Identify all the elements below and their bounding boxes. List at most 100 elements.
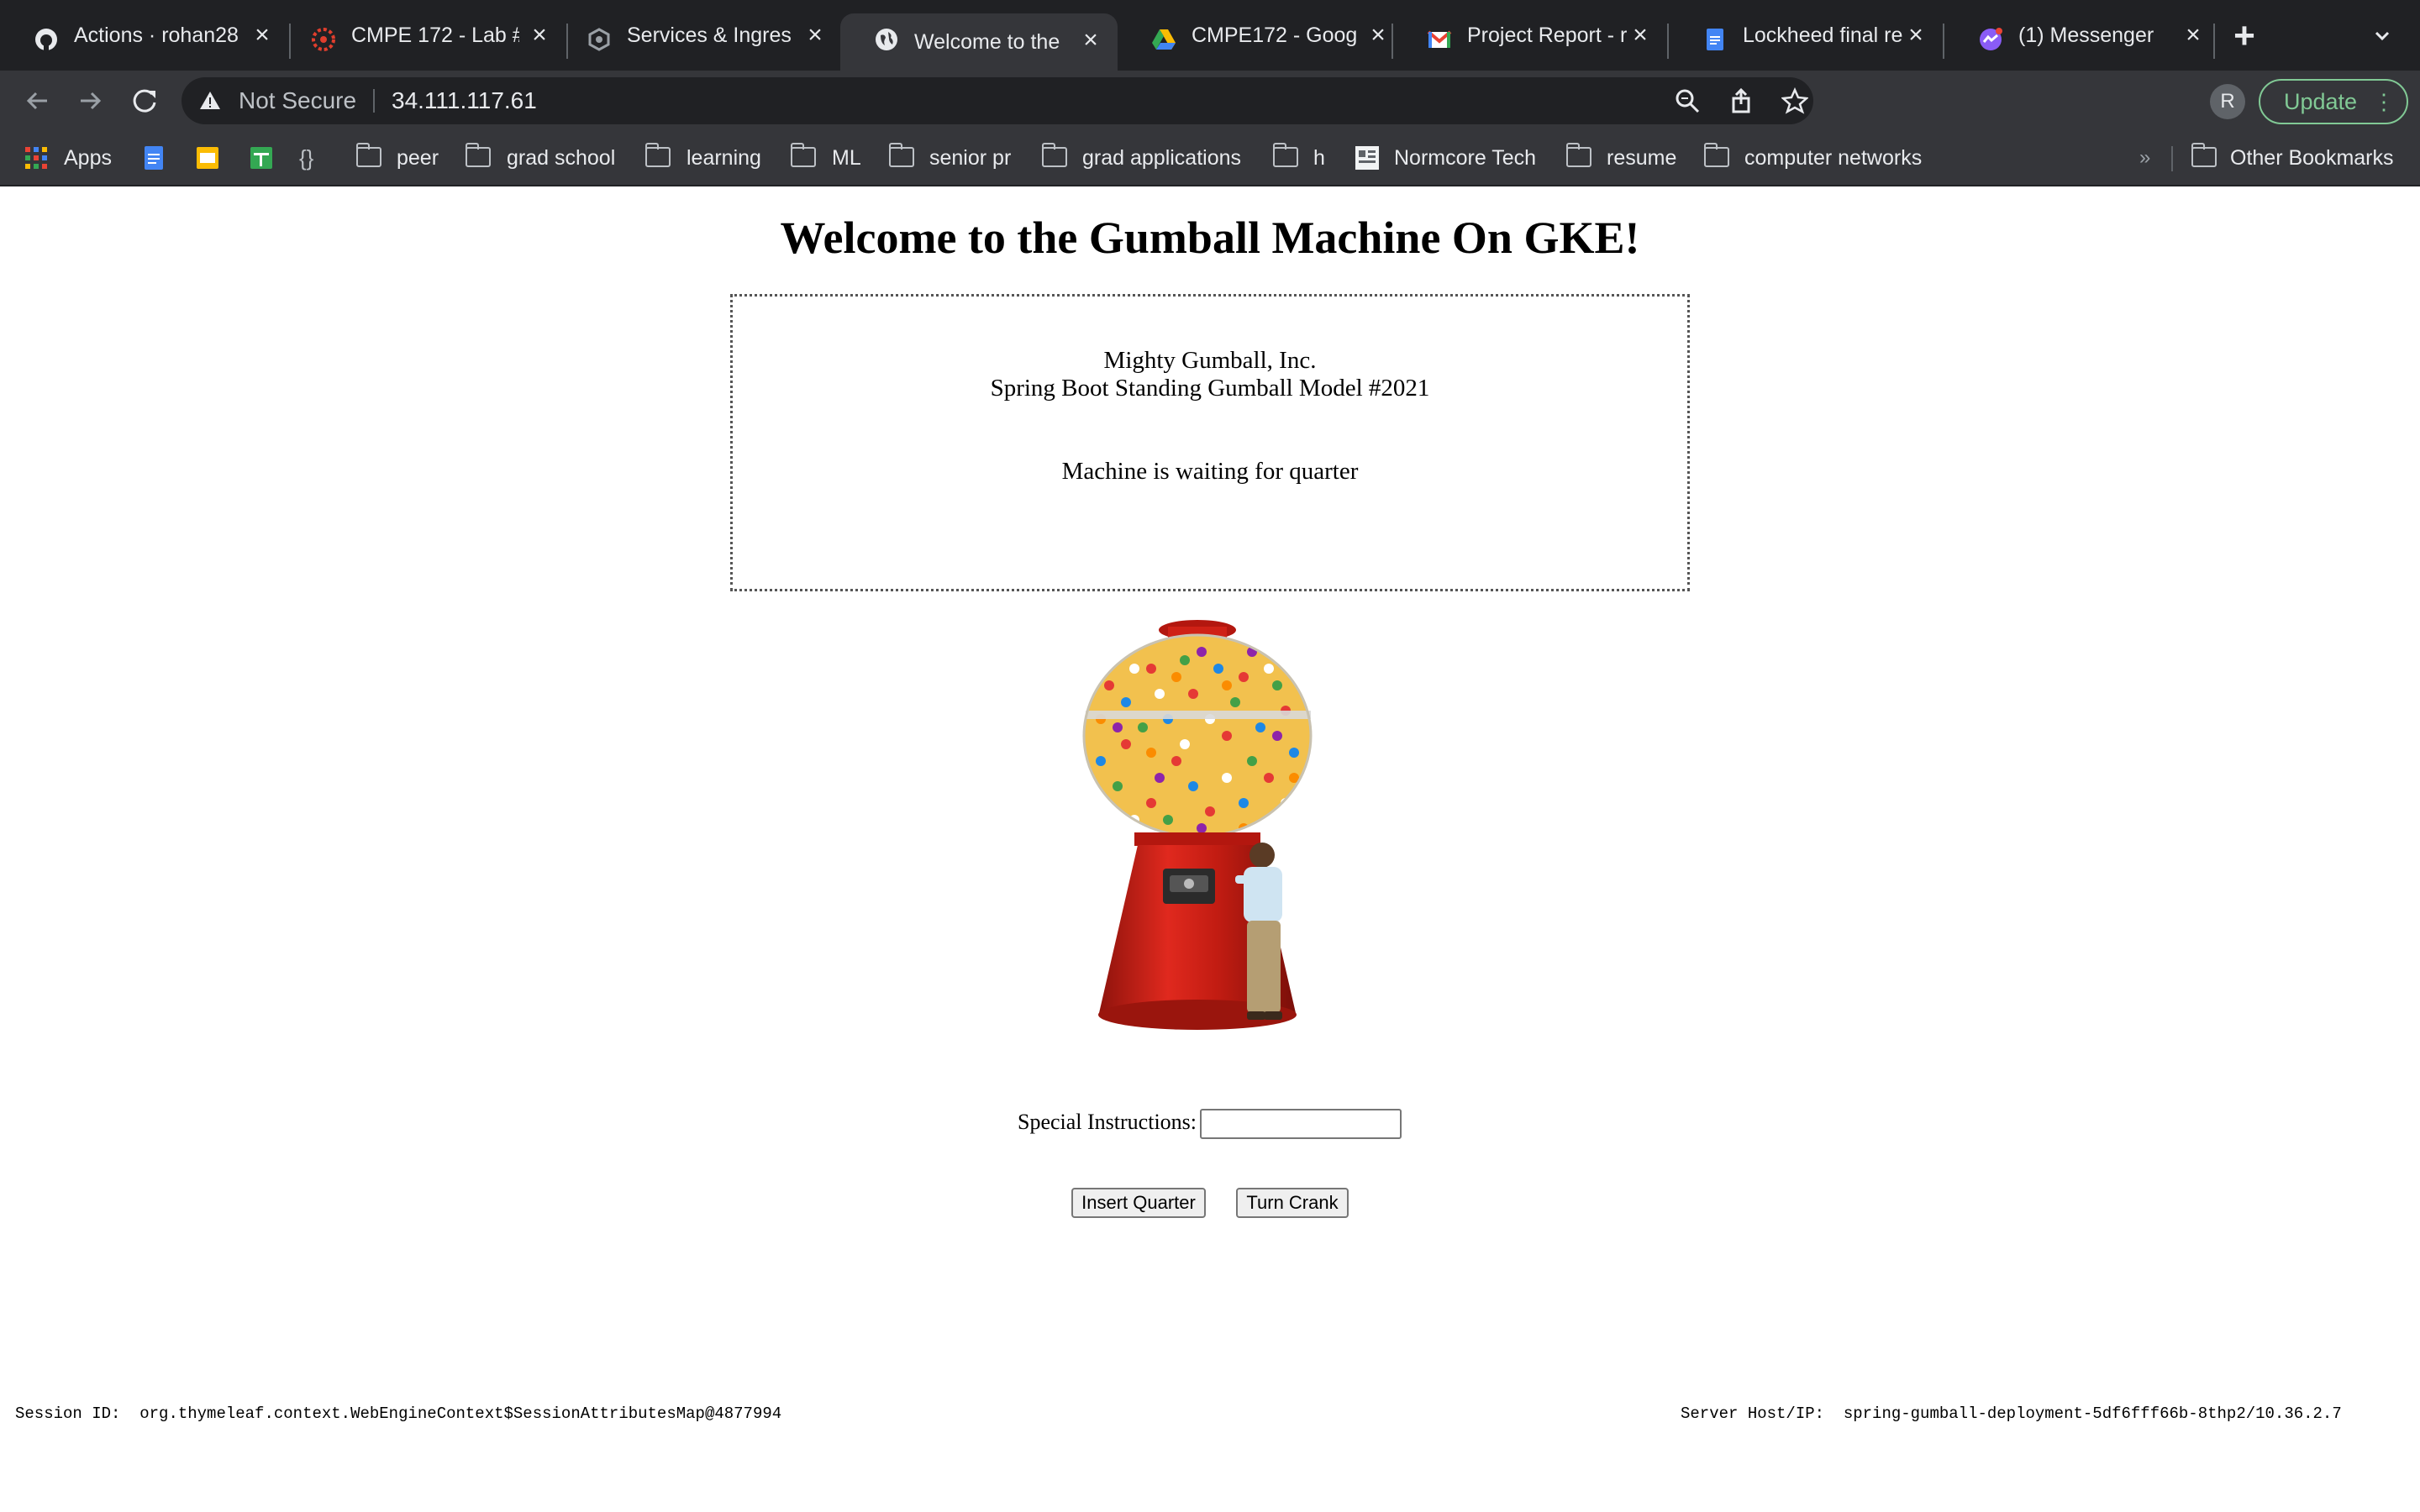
google-drive-icon bbox=[1152, 29, 1176, 50]
tab-title: (1) Messenger bbox=[2018, 24, 2154, 47]
tab-github-actions[interactable]: Actions · rohan28 × bbox=[0, 0, 277, 71]
tab-strip: Actions · rohan28 × CMPE 172 - Lab # × S… bbox=[0, 0, 2420, 71]
machine-message-box: Mighty Gumball, Inc. Spring Boot Standin… bbox=[730, 294, 1690, 591]
zoom-icon[interactable] bbox=[1674, 87, 1701, 114]
tab-title: Project Report - r bbox=[1467, 24, 1628, 47]
folder-icon bbox=[1042, 143, 1067, 167]
folder-icon bbox=[889, 143, 914, 167]
normcore-tech-favicon bbox=[1355, 146, 1379, 170]
tab-services-ingress[interactable]: Services & Ingres × bbox=[553, 0, 830, 71]
address-bar[interactable]: Not Secure 34.111.117.61 bbox=[182, 77, 1813, 124]
not-secure-label[interactable]: Not Secure bbox=[239, 77, 356, 124]
tab-google-docs-lockheed[interactable]: Lockheed final re × bbox=[1669, 0, 1944, 71]
folder-icon bbox=[1704, 143, 1729, 167]
folder-icon bbox=[2191, 143, 2217, 167]
gumball-machine-image bbox=[1082, 620, 1313, 1030]
tab-cmpe172-lab[interactable]: CMPE 172 - Lab # × bbox=[277, 0, 553, 71]
bookmark-folder-grad-school[interactable]: grad school bbox=[507, 131, 615, 185]
session-id-footer: Session ID: org.thymeleaf.context.WebEng… bbox=[15, 1404, 781, 1423]
page-content: Welcome to the Gumball Machine On GKE! M… bbox=[0, 186, 2420, 1512]
close-tab-icon[interactable]: × bbox=[528, 23, 551, 48]
folder-icon bbox=[466, 143, 491, 167]
close-tab-icon[interactable]: × bbox=[1079, 28, 1102, 53]
bookmark-folder-grad-applications[interactable]: grad applications bbox=[1082, 131, 1241, 185]
folder-icon bbox=[791, 143, 816, 167]
machine-status: Machine is waiting for quarter bbox=[1061, 458, 1359, 485]
close-tab-icon[interactable]: × bbox=[2181, 23, 2205, 48]
server-host-footer: Server Host/IP: spring-gumball-deploymen… bbox=[1681, 1404, 2342, 1423]
tab-title: CMPE172 - Googl bbox=[1192, 24, 1356, 47]
bookmark-folder-senior-pr[interactable]: senior pr bbox=[929, 131, 1011, 185]
more-vert-icon[interactable]: ⋮ bbox=[2373, 81, 2395, 123]
bookmark-normcore-tech[interactable]: Normcore Tech bbox=[1394, 131, 1536, 185]
close-tab-icon[interactable]: × bbox=[250, 23, 274, 48]
new-tab-plus-icon[interactable]: + bbox=[2230, 18, 2259, 55]
globe-icon bbox=[876, 29, 897, 50]
bookmark-folder-learning[interactable]: learning bbox=[687, 131, 761, 185]
tab-title: Services & Ingres bbox=[627, 24, 792, 47]
bookmarks-bar: Apps {} peer grad school learning ML sen… bbox=[0, 131, 2420, 186]
browser-toolbar: Not Secure 34.111.117.61 ▶ G ✋ ✎ bbox=[0, 71, 2420, 186]
turn-crank-button[interactable]: Turn Crank bbox=[1236, 1188, 1349, 1218]
tab-title: Actions · rohan28 bbox=[74, 24, 239, 47]
tab-gmail-project-report[interactable]: Project Report - r × bbox=[1393, 0, 1669, 71]
tab-title: CMPE 172 - Lab # bbox=[351, 24, 519, 47]
session-id-label: Session ID: bbox=[15, 1404, 121, 1423]
server-host-label: Server Host/IP: bbox=[1681, 1404, 1825, 1423]
omnibox-divider bbox=[373, 89, 375, 113]
google-docs-bookmark-icon[interactable] bbox=[141, 145, 166, 171]
reload-icon[interactable] bbox=[126, 82, 163, 119]
close-tab-icon[interactable]: × bbox=[1366, 23, 1390, 48]
json-bookmark-icon[interactable]: {} bbox=[299, 131, 313, 185]
gcp-icon bbox=[588, 28, 610, 51]
tab-messenger[interactable]: (1) Messenger × bbox=[1944, 0, 2222, 71]
tab-search-chevron-icon[interactable] bbox=[2370, 24, 2395, 49]
bookmarks-divider bbox=[2171, 146, 2173, 171]
bookmark-folder-h[interactable]: h bbox=[1313, 131, 1325, 185]
tab-title: Lockheed final re bbox=[1743, 24, 1903, 47]
url-text[interactable]: 34.111.117.61 bbox=[392, 77, 537, 124]
close-tab-icon[interactable]: × bbox=[1628, 23, 1652, 48]
share-icon[interactable] bbox=[1728, 87, 1754, 114]
server-host-value: spring-gumball-deployment-5df6fff66b-8th… bbox=[1843, 1404, 2342, 1423]
update-button[interactable]: Update ⋮ bbox=[2259, 79, 2408, 124]
bookmark-other-bookmarks[interactable]: Other Bookmarks bbox=[2230, 131, 2394, 185]
special-instructions-input[interactable] bbox=[1200, 1109, 1402, 1139]
tab-gumball-active[interactable]: Welcome to the G × bbox=[840, 13, 1118, 71]
bookmark-star-icon[interactable] bbox=[1781, 87, 1808, 114]
close-tab-icon[interactable]: × bbox=[803, 23, 827, 48]
back-arrow-icon[interactable] bbox=[18, 82, 55, 119]
model-name: Spring Boot Standing Gumball Model #2021 bbox=[990, 375, 1430, 402]
bookmark-folder-resume[interactable]: resume bbox=[1607, 131, 1676, 185]
messenger-icon bbox=[1980, 28, 2002, 50]
google-slides-bookmark-icon[interactable] bbox=[195, 145, 220, 171]
tab-title: Welcome to the G bbox=[914, 30, 1065, 54]
bookmark-folder-peer[interactable]: peer bbox=[397, 131, 439, 185]
special-instructions-label: Special Instructions: bbox=[1018, 1110, 1197, 1134]
warning-triangle-icon[interactable] bbox=[198, 89, 222, 113]
page-title: Welcome to the Gumball Machine On GKE! bbox=[780, 213, 1640, 263]
folder-icon bbox=[645, 143, 671, 167]
session-id-value: org.thymeleaf.context.WebEngineContext$S… bbox=[139, 1404, 782, 1423]
canvas-icon bbox=[312, 28, 335, 51]
close-tab-icon[interactable]: × bbox=[1904, 23, 1928, 48]
bookmarks-overflow-chevron-icon[interactable]: » bbox=[2139, 131, 2150, 185]
update-label: Update bbox=[2284, 89, 2358, 114]
tab-divider bbox=[2213, 24, 2215, 59]
tab-google-drive[interactable]: CMPE172 - Googl × bbox=[1118, 0, 1393, 71]
forward-arrow-icon[interactable] bbox=[72, 82, 109, 119]
bookmark-folder-ml[interactable]: ML bbox=[832, 131, 861, 185]
company-name: Mighty Gumball, Inc. bbox=[1103, 347, 1317, 374]
apps-grid-icon bbox=[25, 147, 47, 169]
gmail-icon bbox=[1427, 30, 1452, 48]
folder-icon bbox=[1273, 143, 1298, 167]
insert-quarter-button[interactable]: Insert Quarter bbox=[1071, 1188, 1206, 1218]
google-sheets-bookmark-icon[interactable] bbox=[249, 145, 274, 171]
github-icon bbox=[35, 29, 57, 50]
folder-icon bbox=[356, 143, 381, 167]
profile-avatar[interactable]: R bbox=[2210, 84, 2245, 119]
google-docs-icon bbox=[1707, 29, 1723, 50]
folder-icon bbox=[1566, 143, 1591, 167]
bookmark-label: Apps bbox=[64, 146, 112, 170]
bookmark-folder-computer-networks[interactable]: computer networks bbox=[1744, 131, 1922, 185]
